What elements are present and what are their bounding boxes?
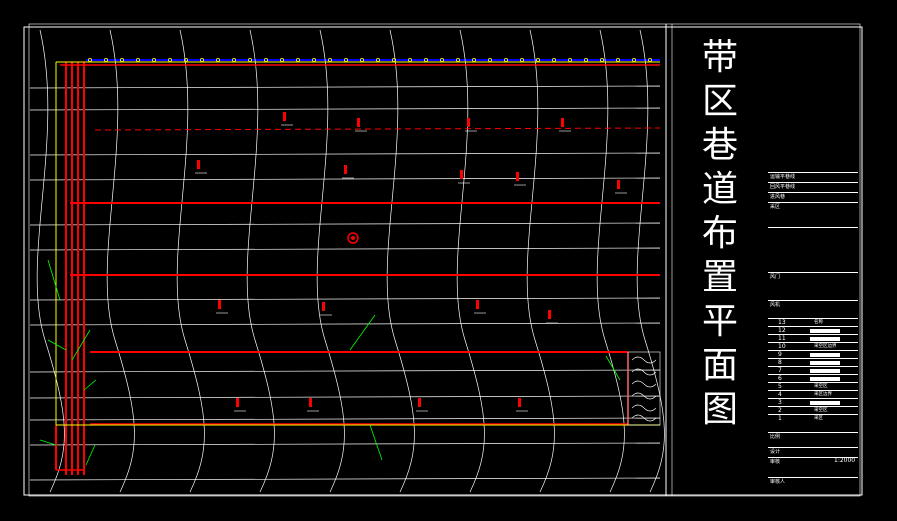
legend-row: 风机 — [768, 300, 858, 309]
borehole-marker — [476, 300, 479, 309]
borehole-marker — [460, 170, 463, 179]
legend-table: 运输平巷线 回风平巷线 进风巷 采区 风门 风机 13 名称 12 11 10 采空… — [768, 172, 858, 492]
title-char: 面 — [701, 345, 738, 386]
legend-row: 风门 — [768, 272, 858, 281]
borehole-marker — [322, 302, 325, 311]
borehole-marker — [236, 398, 239, 407]
borehole-marker — [357, 118, 360, 127]
borehole-marker — [518, 398, 521, 407]
title-char: 道 — [701, 169, 738, 210]
legend-row: 进风巷 — [768, 192, 858, 201]
legend-row: 采区 — [768, 202, 858, 211]
title-char: 图 — [701, 389, 738, 430]
legend-row: 运输平巷线 — [768, 172, 858, 181]
cad-drawing — [0, 0, 897, 521]
borehole-marker — [197, 160, 200, 169]
borehole-marker — [617, 180, 620, 189]
borehole-marker — [283, 112, 286, 121]
legend-row: 比例 — [768, 432, 858, 441]
borehole-marker — [418, 398, 421, 407]
title-char: 平 — [701, 301, 738, 342]
title-char: 巷 — [701, 125, 738, 166]
title-char: 布 — [701, 213, 738, 254]
legend-row: 1 采区 — [768, 414, 858, 423]
borehole-marker — [467, 118, 470, 127]
scale-label: 1:2000 — [834, 457, 856, 464]
borehole-marker — [561, 118, 564, 127]
borehole-marker — [309, 398, 312, 407]
title-char: 区 — [701, 81, 738, 122]
title-char: 置 — [701, 257, 738, 298]
borehole-marker — [548, 310, 551, 319]
borehole-marker — [218, 300, 221, 309]
legend-row — [768, 227, 858, 236]
borehole-marker — [344, 165, 347, 174]
drawing-title: 带 区 巷 道 布 置 平 面 图 — [690, 36, 750, 476]
legend-row: 审核人 — [768, 477, 858, 486]
legend-row: 设计 — [768, 447, 858, 456]
legend-row: 回风平巷线 — [768, 182, 858, 191]
title-char: 带 — [701, 37, 738, 78]
borehole-marker — [516, 172, 519, 181]
